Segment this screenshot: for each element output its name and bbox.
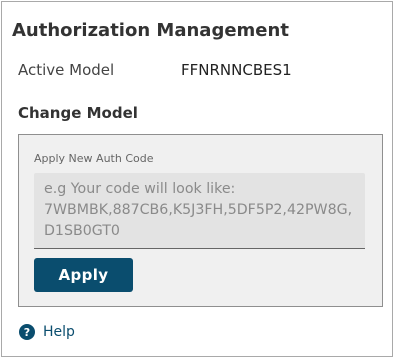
auth-code-label: Apply New Auth Code (34, 152, 154, 165)
apply-button[interactable]: Apply (34, 258, 133, 292)
change-model-box: Apply New Auth Code Apply (18, 134, 383, 307)
change-model-title: Change Model (18, 104, 138, 122)
active-model-label: Active Model (18, 61, 115, 79)
authorization-panel: Authorization Management Active Model FF… (1, 1, 393, 357)
help-link[interactable]: ? Help (19, 324, 75, 340)
active-model-value: FFNRNNCBES1 (181, 61, 292, 79)
auth-code-input[interactable] (34, 173, 365, 249)
help-label: Help (43, 324, 75, 340)
panel-title: Authorization Management (12, 20, 289, 41)
help-icon: ? (19, 324, 35, 340)
